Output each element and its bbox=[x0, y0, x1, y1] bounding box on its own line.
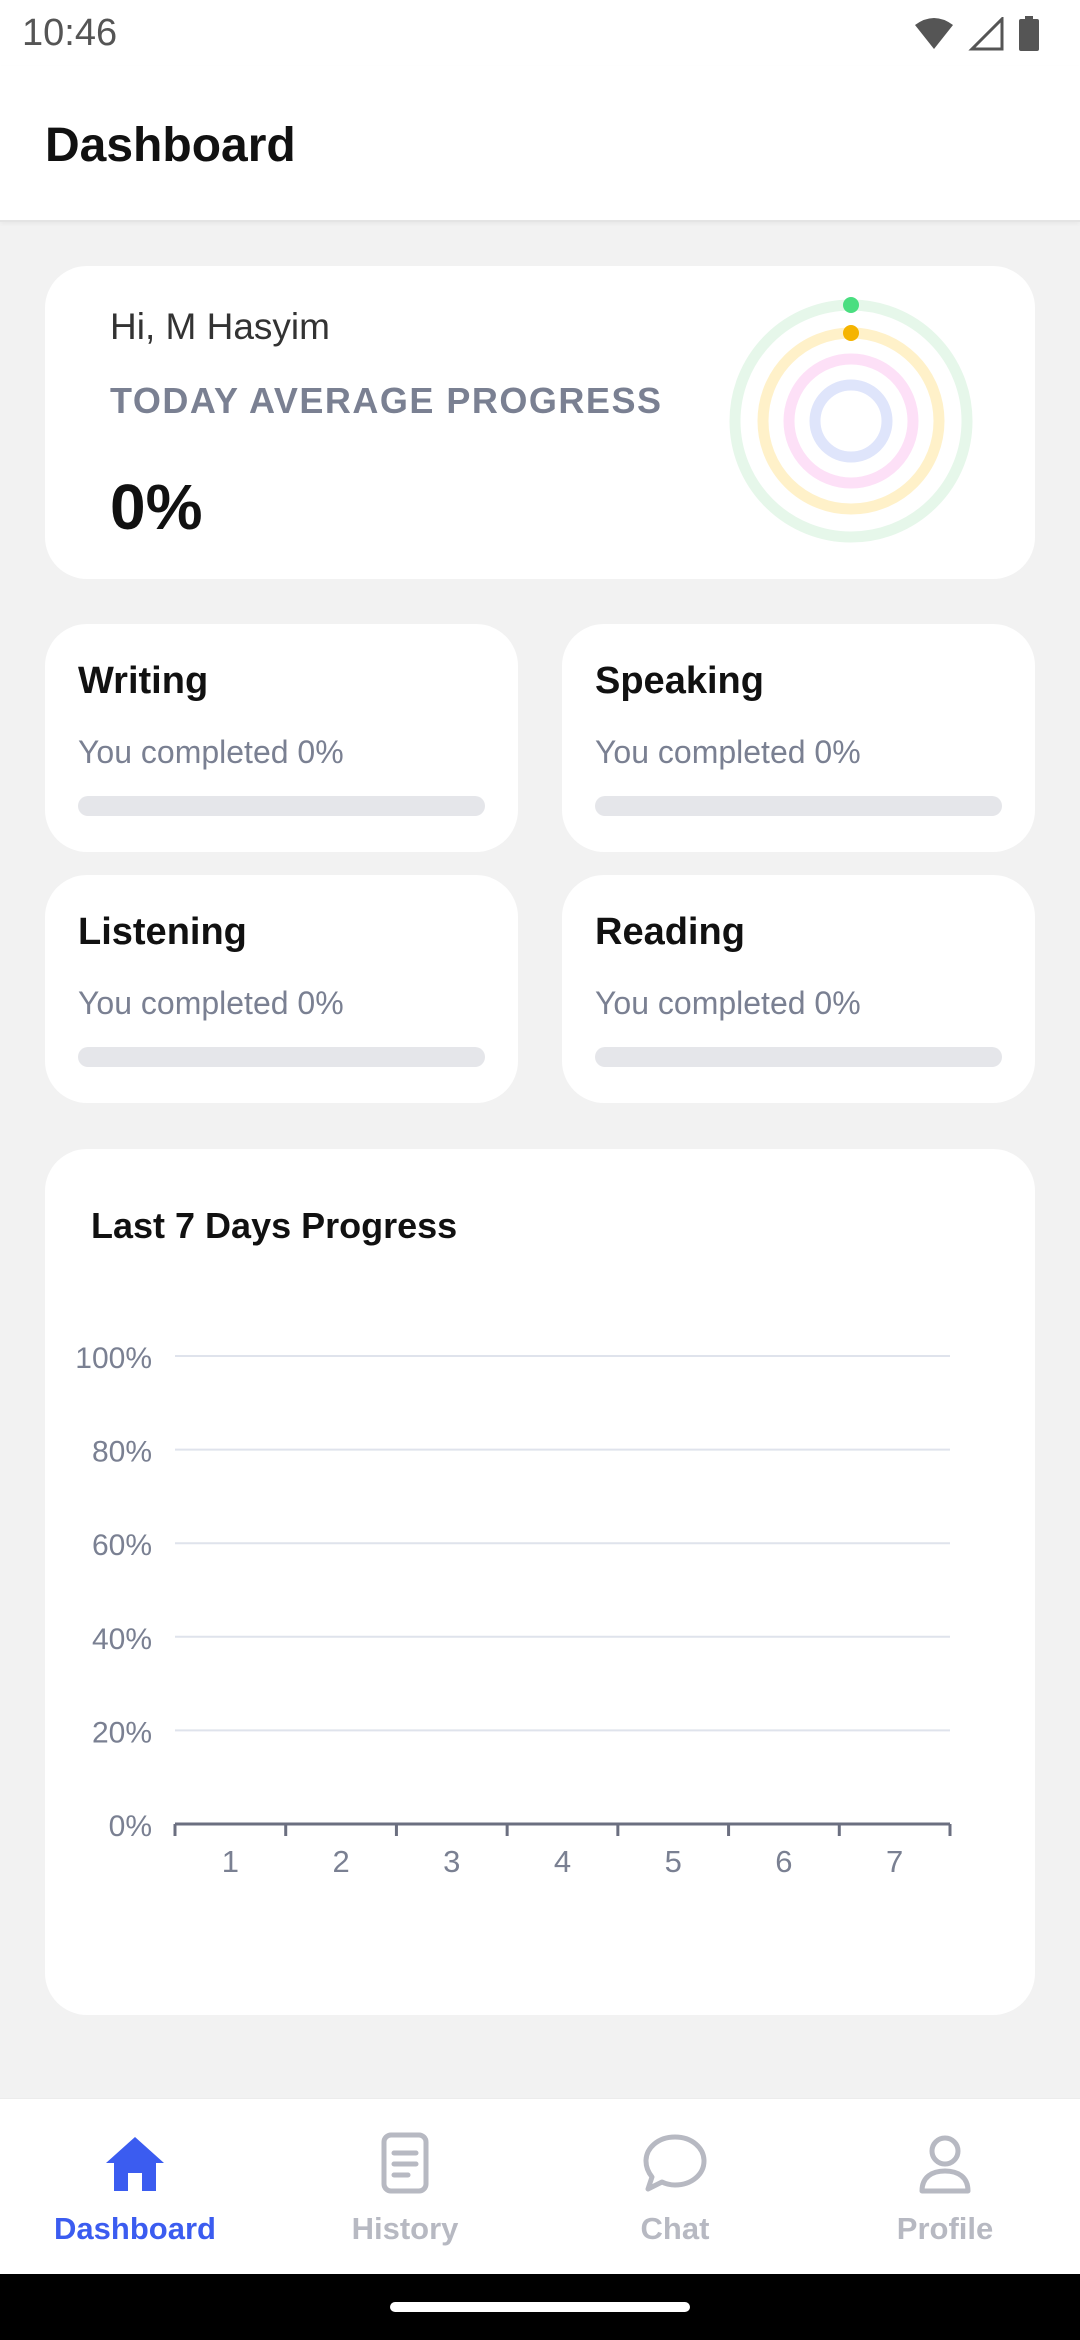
battery-icon bbox=[1019, 16, 1039, 51]
x-tick-label: 4 bbox=[554, 1844, 571, 1879]
skill-card-reading[interactable]: Reading You completed 0% bbox=[562, 875, 1035, 1103]
today-progress-card: Hi, M Hasyim TODAY AVERAGE PROGRESS 0% bbox=[45, 266, 1035, 579]
skill-progress-bar bbox=[595, 1047, 1002, 1067]
skill-title: Reading bbox=[595, 911, 745, 953]
skill-title: Listening bbox=[78, 911, 247, 953]
page-title: Dashboard bbox=[45, 119, 296, 172]
ring-track-listening bbox=[783, 353, 919, 489]
skill-card-writing[interactable]: Writing You completed 0% bbox=[45, 624, 518, 852]
nav-history[interactable]: History bbox=[270, 2099, 540, 2274]
skill-title: Writing bbox=[78, 660, 209, 702]
x-tick-label: 6 bbox=[775, 1844, 792, 1879]
home-gesture-handle[interactable] bbox=[390, 2302, 690, 2312]
chat-bubble-icon bbox=[643, 2134, 707, 2192]
person-icon bbox=[919, 2135, 971, 2194]
skill-title: Speaking bbox=[595, 660, 764, 702]
app-header: Dashboard bbox=[0, 66, 1080, 222]
nav-label: History bbox=[351, 2211, 459, 2246]
skill-card-listening[interactable]: Listening You completed 0% bbox=[45, 875, 518, 1103]
status-bar: 10:46 bbox=[0, 0, 1080, 66]
x-tick-label: 7 bbox=[886, 1844, 903, 1879]
nav-dashboard[interactable]: Dashboard bbox=[0, 2099, 270, 2274]
progress-rings bbox=[729, 297, 973, 543]
skill-completion-text: You completed 0% bbox=[595, 734, 861, 770]
ring-track-reading bbox=[809, 379, 893, 463]
y-tick-label: 40% bbox=[92, 1623, 152, 1656]
skill-progress-bar bbox=[595, 796, 1002, 816]
home-icon bbox=[106, 2137, 164, 2191]
chart-title: Last 7 Days Progress bbox=[91, 1205, 458, 1246]
status-time: 10:46 bbox=[22, 12, 118, 54]
x-tick-label: 1 bbox=[222, 1844, 239, 1879]
y-tick-label: 60% bbox=[92, 1529, 152, 1562]
skill-card-speaking[interactable]: Speaking You completed 0% bbox=[562, 624, 1035, 852]
weekly-progress-card: 0% 20% 40% 60% 80% 100% 1 2 3 4 5 6 7 Last 7 Days Pr… bbox=[45, 1149, 1035, 2015]
x-tick-label: 5 bbox=[665, 1844, 682, 1879]
nav-label: Dashboard bbox=[54, 2211, 216, 2246]
average-progress-label: TODAY AVERAGE PROGRESS bbox=[110, 380, 663, 421]
skill-completion-text: You completed 0% bbox=[595, 985, 861, 1021]
system-gesture-bar bbox=[0, 2274, 1080, 2340]
y-tick-label: 80% bbox=[92, 1436, 152, 1469]
signal-icon bbox=[968, 17, 1004, 51]
skill-completion-text: You completed 0% bbox=[78, 985, 344, 1021]
skill-progress-bar bbox=[78, 796, 485, 816]
average-progress-value: 0% bbox=[110, 471, 203, 543]
ring-start-dot-speaking bbox=[843, 325, 859, 341]
document-icon bbox=[381, 2132, 429, 2194]
nav-label: Profile bbox=[896, 2211, 994, 2246]
nav-profile[interactable]: Profile bbox=[810, 2099, 1080, 2274]
y-tick-label: 0% bbox=[109, 1810, 152, 1843]
ring-start-dot-writing bbox=[843, 297, 859, 313]
skill-progress-bar bbox=[78, 1047, 485, 1067]
wifi-icon bbox=[915, 18, 953, 49]
nav-chat[interactable]: Chat bbox=[540, 2099, 810, 2274]
nav-label: Chat bbox=[640, 2211, 710, 2246]
status-icons bbox=[914, 14, 1040, 54]
x-tick-label: 3 bbox=[443, 1844, 460, 1879]
skill-completion-text: You completed 0% bbox=[78, 734, 344, 770]
y-tick-label: 20% bbox=[92, 1716, 152, 1749]
x-tick-label: 2 bbox=[332, 1844, 349, 1879]
greeting-text: Hi, M Hasyim bbox=[110, 306, 330, 347]
y-tick-label: 100% bbox=[75, 1342, 152, 1375]
bottom-navigation: Dashboard History Chat Profile bbox=[0, 2098, 1080, 2274]
weekly-progress-chart: 0% 20% 40% 60% 80% 100% 1 2 3 4 5 6 7 bbox=[75, 1342, 952, 1879]
